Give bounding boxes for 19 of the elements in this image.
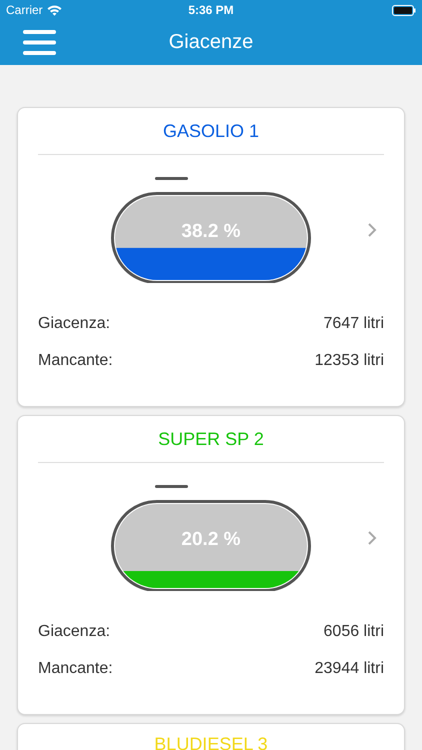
chevron-right-icon[interactable] bbox=[366, 530, 378, 546]
clock-time: 5:36 PM bbox=[188, 3, 234, 17]
row-value: 23944 litri bbox=[314, 660, 384, 678]
tank-name: SUPER SP 2 bbox=[38, 416, 384, 463]
tank-name: BLUDIESEL 3 bbox=[153, 733, 269, 750]
row-label: Giacenza: bbox=[38, 622, 110, 640]
battery-icon bbox=[392, 4, 416, 16]
row-value: 12353 litri bbox=[314, 352, 384, 370]
row-label: Giacenza: bbox=[38, 314, 110, 332]
wifi-icon bbox=[46, 4, 62, 16]
menu-icon[interactable] bbox=[23, 30, 56, 55]
row-label: Mancante: bbox=[38, 352, 113, 370]
tank-name: GASOLIO 1 bbox=[38, 108, 384, 155]
row-value: 6056 litri bbox=[324, 622, 384, 640]
carrier-label: Carrier bbox=[6, 3, 43, 17]
row-value: 7647 litri bbox=[324, 314, 384, 332]
row-label: Mancante: bbox=[38, 660, 113, 678]
screen-title: Giacenze bbox=[168, 31, 254, 54]
chevron-right-icon[interactable] bbox=[366, 222, 378, 238]
